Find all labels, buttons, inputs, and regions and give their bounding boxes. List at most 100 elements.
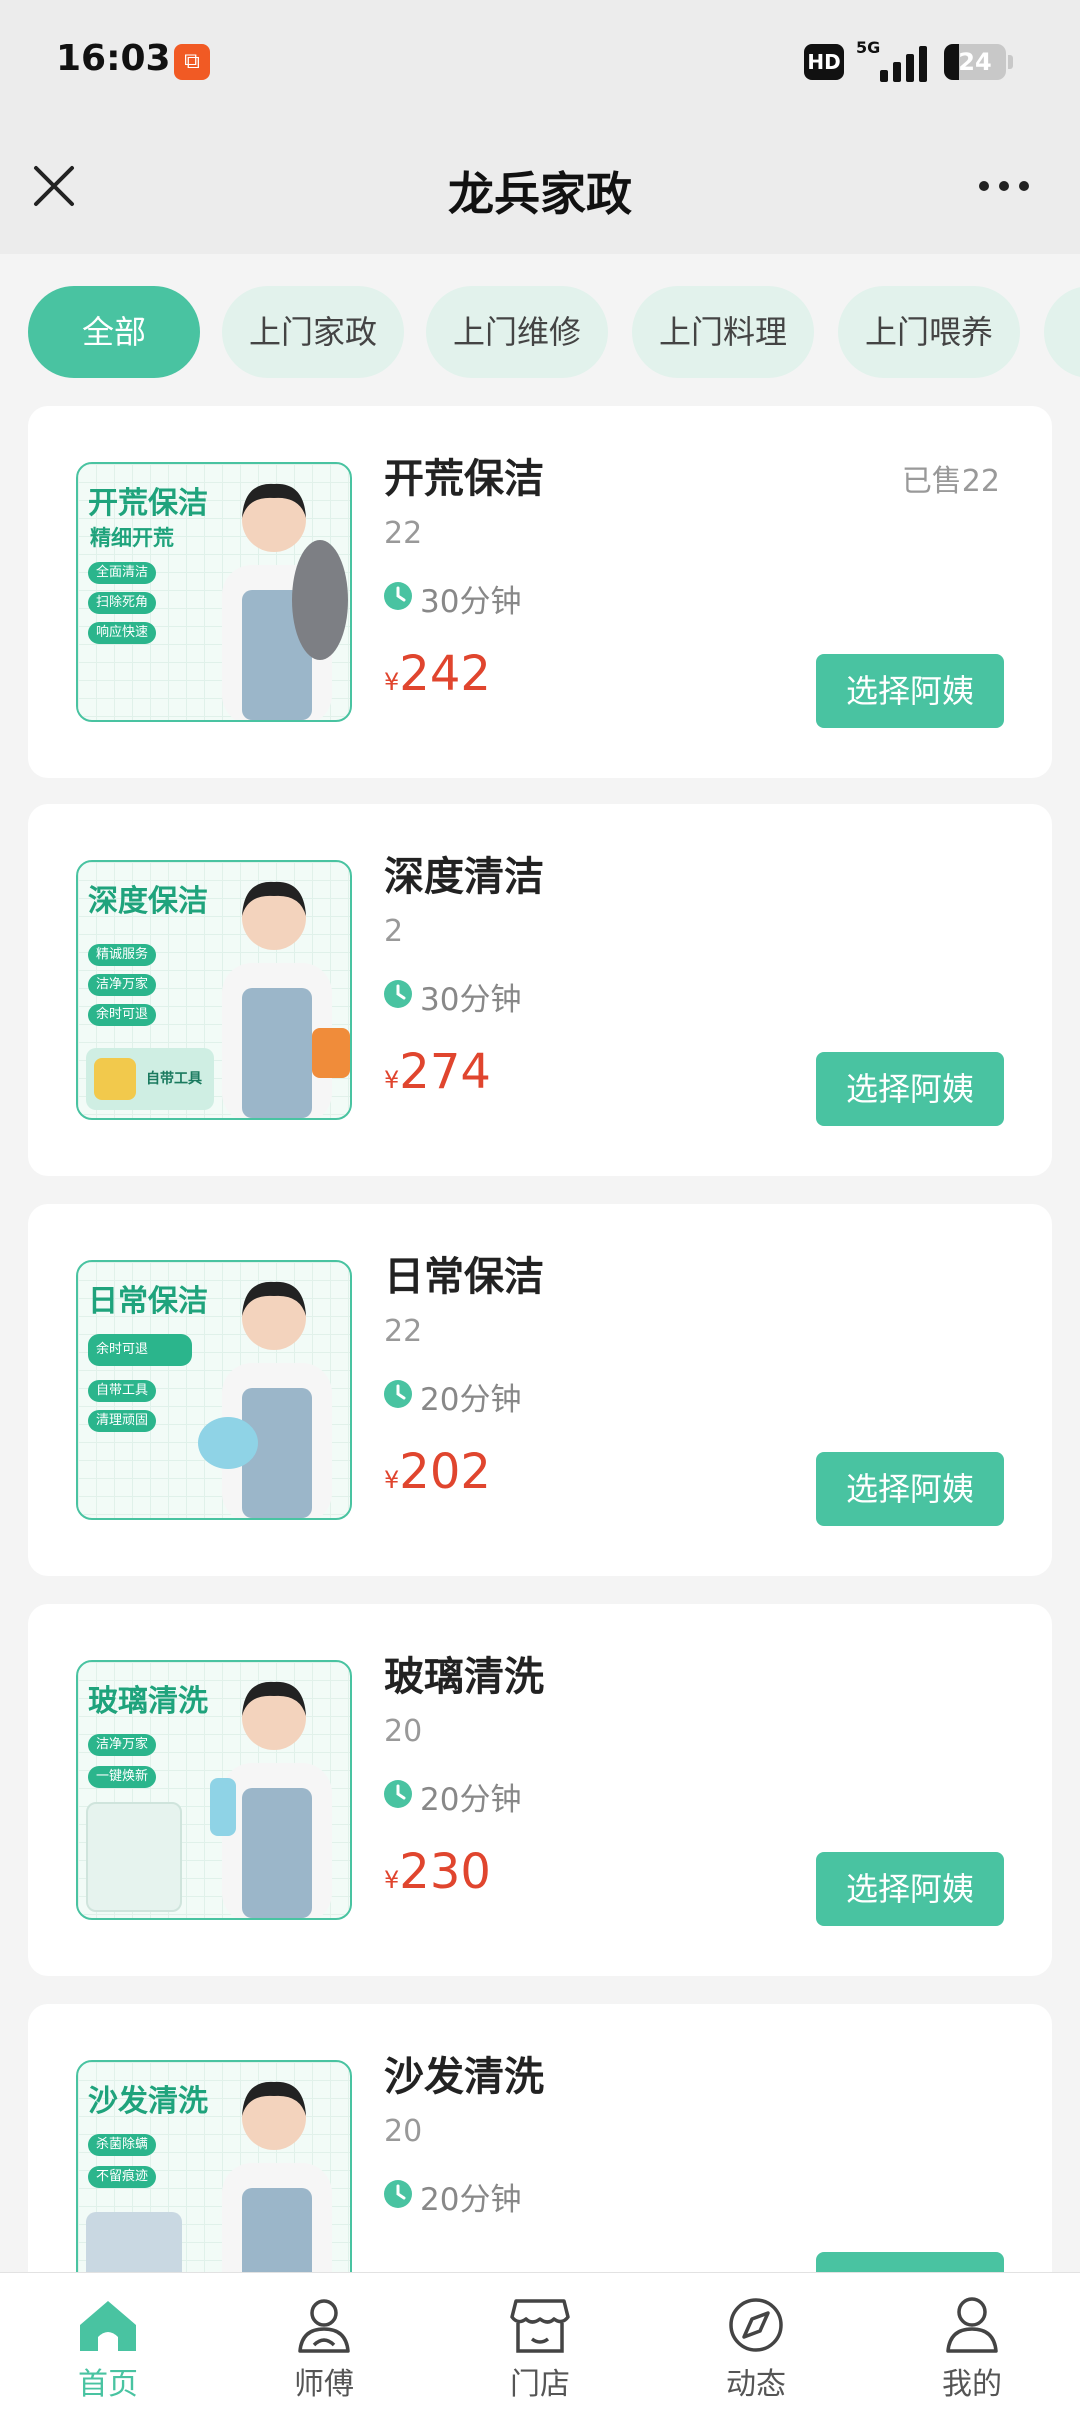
price-currency: ¥ (384, 1066, 400, 1094)
more-icon[interactable] (976, 160, 1032, 212)
price-currency: ¥ (384, 1466, 400, 1494)
nav-profile[interactable]: 我的 (864, 2273, 1080, 2412)
cleaner-illustration (222, 881, 350, 1118)
service-name: 深度清洁 (384, 854, 544, 900)
image-tag: 洁净万家 (88, 1734, 157, 1756)
cleaner-illustration (210, 1681, 332, 1918)
battery-icon: 24 (944, 44, 1006, 80)
select-aunt-button[interactable]: 选择阿姨 (816, 1852, 1004, 1926)
service-image: 开荒保洁 精细开荒 全面清洁 扫除死角 响应快速 (76, 462, 352, 722)
status-time: 16:03 (56, 38, 171, 79)
price: ¥230 (384, 1844, 491, 1900)
image-tag: 精诚服务 (88, 944, 157, 966)
price: ¥202 (384, 1444, 491, 1500)
image-title: 开荒保洁 (88, 486, 208, 521)
duration-text: 30分钟 (420, 584, 522, 620)
clock-icon (384, 2180, 412, 2208)
service-card[interactable]: 开荒保洁 精细开荒 全面清洁 扫除死角 响应快速 开荒保洁 已售22 22 30… (28, 406, 1052, 778)
tab-home-cooking[interactable]: 上门料理 (632, 286, 814, 378)
tab-all[interactable]: 全部 (28, 286, 200, 378)
glass-pane (86, 1802, 182, 1912)
nav-feed[interactable]: 动态 (648, 2273, 864, 2412)
service-card[interactable]: 深度保洁 精诚服务 洁净万家 余时可退 自带工具 深度清洁 2 30分钟 ¥27… (28, 804, 1052, 1176)
nav-workers-label: 师傅 (294, 2367, 354, 2402)
price-value: 242 (399, 646, 491, 702)
service-card[interactable]: 玻璃清洗 洁净万家 一键焕新 玻璃清洗 20 20分钟 ¥230 选择阿姨 (28, 1604, 1052, 1976)
image-title: 沙发清洗 (88, 2084, 208, 2119)
price-currency: ¥ (384, 668, 400, 696)
service-name: 日常保洁 (384, 1254, 544, 1300)
category-tabs: 全部 上门家政 上门维修 上门料理 上门喂养 (0, 254, 1080, 404)
sold-count: 已售22 (901, 464, 1000, 499)
select-aunt-button[interactable]: 选择阿姨 (816, 1052, 1004, 1126)
image-tag: 清理顽固 (88, 1410, 157, 1432)
duration-text: 30分钟 (420, 982, 522, 1018)
select-aunt-button[interactable]: 选择阿姨 (816, 1452, 1004, 1526)
nav-workers[interactable]: 师傅 (216, 2273, 432, 2412)
service-image: 玻璃清洗 洁净万家 一键焕新 (76, 1660, 352, 1920)
image-title: 深度保洁 (88, 884, 208, 919)
nav-bar: 龙兵家政 (0, 120, 1080, 254)
image-tag: 杀菌除螨 (88, 2134, 157, 2156)
home-icon (80, 2301, 136, 2351)
image-title: 玻璃清洗 (88, 1684, 208, 1719)
duration-text: 20分钟 (420, 2182, 522, 2218)
duration-text: 20分钟 (420, 1782, 522, 1818)
store-icon (510, 2299, 570, 2353)
cleaner-illustration (222, 483, 348, 720)
select-aunt-button[interactable]: 选择阿姨 (816, 654, 1004, 728)
image-tag: 自带工具 (88, 1380, 157, 1402)
image-subtitle: 精细开荒 (90, 526, 174, 550)
duration-text: 20分钟 (420, 1382, 522, 1418)
status-bar: 16:03 ⧉ HD 5G 24 (0, 0, 1080, 120)
service-count: 22 (384, 516, 423, 551)
tab-home-cleaning[interactable]: 上门家政 (222, 286, 404, 378)
service-name: 玻璃清洗 (384, 1654, 544, 1700)
image-tag: 一键焕新 (88, 1766, 157, 1788)
price: ¥274 (384, 1044, 491, 1100)
price-value: 230 (399, 1844, 491, 1900)
clock-icon (384, 980, 412, 1008)
service-count: 2 (384, 914, 404, 949)
clock-icon (384, 582, 412, 610)
compass-icon (729, 2298, 783, 2352)
nav-home[interactable]: 首页 (0, 2273, 216, 2412)
image-tag: 洁净万家 (88, 974, 157, 996)
price-currency: ¥ (384, 1866, 400, 1894)
hd-badge: HD (804, 44, 844, 80)
nav-store-label: 门店 (510, 2367, 570, 2402)
price: ¥242 (384, 646, 491, 702)
image-tag: 响应快速 (88, 622, 157, 644)
image-tag: 扫除死角 (88, 592, 157, 614)
service-count: 22 (384, 1314, 423, 1349)
nav-feed-label: 动态 (726, 2367, 786, 2402)
image-tag: 全面清洁 (88, 562, 157, 584)
worker-icon (298, 2299, 350, 2353)
signal-icon (880, 44, 928, 82)
image-tag: 余时可退 (88, 1334, 193, 1366)
nav-store[interactable]: 门店 (432, 2273, 648, 2412)
service-name: 沙发清洗 (384, 2054, 544, 2100)
tab-home-repair[interactable]: 上门维修 (426, 286, 608, 378)
image-tag: 不留痕迹 (88, 2166, 157, 2188)
network-type: 5G (856, 38, 881, 57)
page-title: 龙兵家政 (448, 167, 632, 221)
clock-icon (384, 1780, 412, 1808)
image-title: 日常保洁 (88, 1284, 208, 1319)
service-name: 开荒保洁 (384, 456, 544, 502)
nav-home-label: 首页 (78, 2367, 138, 2402)
service-image: 日常保洁 余时可退 自带工具 清理顽固 (76, 1260, 352, 1520)
service-card[interactable]: 日常保洁 余时可退 自带工具 清理顽固 日常保洁 22 20分钟 ¥202 选择… (28, 1204, 1052, 1576)
tab-more-partial[interactable] (1044, 286, 1080, 378)
clock-icon (384, 1380, 412, 1408)
service-image: 深度保洁 精诚服务 洁净万家 余时可退 自带工具 (76, 860, 352, 1120)
battery-level: 24 (958, 48, 992, 76)
price-value: 274 (399, 1044, 491, 1100)
service-count: 20 (384, 2114, 423, 2149)
price-value: 202 (399, 1444, 491, 1500)
bottom-tab-bar: 首页 师傅 门店 动态 我的 (0, 2272, 1080, 2412)
nav-profile-label: 我的 (942, 2367, 1002, 2402)
cleaner-illustration (198, 1281, 332, 1518)
tab-home-feeding[interactable]: 上门喂养 (838, 286, 1020, 378)
app-notification-icon: ⧉ (174, 44, 210, 80)
